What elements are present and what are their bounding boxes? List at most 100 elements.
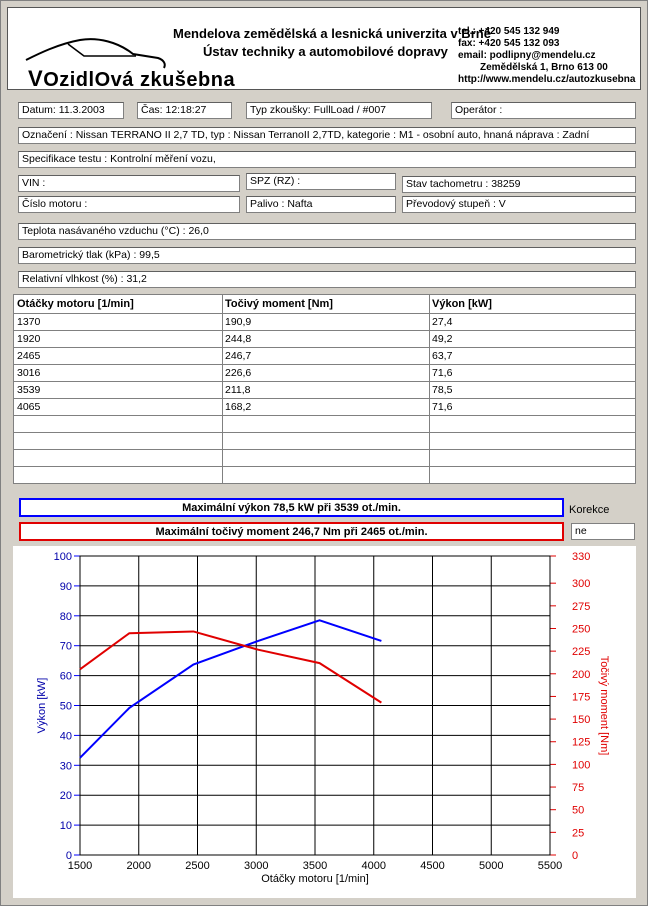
logo-part2: OzidlO xyxy=(43,69,111,91)
x-axis-label: Otáčky motoru [1/min] xyxy=(261,873,369,885)
y-left-tick-label: 60 xyxy=(60,671,72,683)
chart-area: 1500 2000 2500 3000 3500 4000 4500 5000 5500 0 10 2… xyxy=(13,546,636,898)
logo-part3: vá zkušebna xyxy=(110,69,236,91)
table-cell xyxy=(429,467,636,483)
vlhkost-field: Relativní vlhkost (%) : 31,2 xyxy=(18,271,636,288)
table-cell xyxy=(14,467,222,483)
table-row xyxy=(14,450,636,467)
table-cell xyxy=(222,450,429,466)
table-cell xyxy=(14,416,222,432)
table-cell: 4065 xyxy=(17,401,41,413)
table-cell: 3539 xyxy=(17,384,41,396)
column-divider xyxy=(429,295,430,484)
y-left-tick-label: 40 xyxy=(60,730,72,742)
report-header: VOzidlOvá zkušebna Mendelova zemědělská … xyxy=(7,7,641,92)
power-torque-chart: 1500 2000 2500 3000 3500 4000 4500 5000 55000102… xyxy=(36,551,610,885)
y-right-tick-label: 330 xyxy=(572,551,590,563)
y-right-tick-label: 250 xyxy=(572,623,590,635)
table-cell xyxy=(14,433,222,449)
contact-address: Zemědělská 1, Brno 613 00 xyxy=(480,62,608,73)
y-right-tick-label: 225 xyxy=(572,646,590,658)
table-cell xyxy=(14,450,222,466)
tlak-field: Barometrický tlak (kPa) : 99,5 xyxy=(18,247,636,264)
table-cell: 1920 xyxy=(17,333,41,345)
y-left-axis-label: Výkon [kW] xyxy=(36,678,48,734)
y-right-tick-label: 25 xyxy=(572,827,584,839)
y-right-tick-label: 175 xyxy=(572,691,590,703)
x-tick-label: 4500 xyxy=(420,860,444,872)
torque-series-line xyxy=(79,630,382,704)
cas-field: Čas: 12:18:27 xyxy=(137,102,232,119)
datum-field: Datum: 11.3.2003 xyxy=(18,102,124,119)
y-right-tick-label: 125 xyxy=(572,737,590,749)
y-left-tick-label: 90 xyxy=(60,581,72,593)
table-cell xyxy=(222,433,429,449)
logo-part1: V xyxy=(28,66,44,91)
col-header-power: Výkon [kW] xyxy=(429,295,636,314)
table-cell: 71,6 xyxy=(432,401,453,413)
table-cell: 71,6 xyxy=(432,367,453,379)
table-cell xyxy=(222,467,429,483)
y-right-tick-label: 150 xyxy=(572,714,590,726)
y-left-tick-label: 30 xyxy=(60,760,72,772)
logo-text: VOzidlOvá zkušebna xyxy=(28,66,235,92)
oznaceni-field: Označení : Nissan TERRANO II 2,7 TD, typ… xyxy=(18,127,636,144)
contact-email: email: podlipny@mendelu.cz xyxy=(458,50,596,61)
x-tick-label: 3000 xyxy=(244,860,268,872)
y-left-tick-label: 0 xyxy=(66,850,72,862)
table-cell: 168,2 xyxy=(225,401,252,413)
tachometr-field: Stav tachometru : 38259 xyxy=(402,176,636,193)
y-right-tick-label: 300 xyxy=(572,578,590,590)
contact-web: http://www.mendelu.cz/autozkusebna xyxy=(458,74,636,85)
institute-name: Ústav techniky a automobilové dopravy xyxy=(203,44,448,59)
y-right-tick-label: 200 xyxy=(572,669,590,681)
table-cell: 78,5 xyxy=(432,384,453,396)
table-row xyxy=(14,433,636,450)
column-divider xyxy=(222,295,223,484)
x-tick-label: 2500 xyxy=(185,860,209,872)
max-power-box: Maximální výkon 78,5 kW při 3539 ot./min… xyxy=(19,498,564,517)
y-right-tick-label: 75 xyxy=(572,782,584,794)
y-left-tick-label: 70 xyxy=(60,641,72,653)
korekce-label: Korekce xyxy=(569,504,610,516)
contact-block: tel.: +420 545 132 949 fax: +420 545 132… xyxy=(458,26,635,86)
x-tick-label: 5000 xyxy=(479,860,503,872)
col-header-torque: Točivý moment [Nm] xyxy=(222,295,429,314)
teplota-field: Teplota nasávaného vzduchu (°C) : 26,0 xyxy=(18,223,636,240)
y-right-axis-label: Točivý moment [Nm] xyxy=(598,656,610,756)
y-left-tick-label: 50 xyxy=(60,701,72,713)
table-row: 3539 211,8 78,5 xyxy=(14,382,636,399)
y-left-tick-label: 80 xyxy=(60,611,72,623)
table-cell: 49,2 xyxy=(432,333,453,345)
table-cell: 27,4 xyxy=(432,316,453,328)
table-row: 2465 246,7 63,7 xyxy=(14,348,636,365)
prevodovy-stupen-field: Převodový stupeň : V xyxy=(402,196,636,213)
table-cell: 244,8 xyxy=(225,333,252,345)
table-cell: 226,6 xyxy=(225,367,252,379)
x-tick-label: 4000 xyxy=(362,860,386,872)
y-right-tick-label: 50 xyxy=(572,805,584,817)
y-left-tick-label: 10 xyxy=(60,820,72,832)
typ-zkousky-field: Typ zkoušky: FullLoad / #007 xyxy=(246,102,432,119)
y-left-tick-label: 20 xyxy=(60,790,72,802)
table-row: 1920 244,8 49,2 xyxy=(14,331,636,348)
contact-tel: tel.: +420 545 132 949 xyxy=(458,26,560,37)
y-right-tick-label: 100 xyxy=(572,759,590,771)
table-cell: 211,8 xyxy=(225,384,251,396)
contact-fax: fax: +420 545 132 093 xyxy=(458,38,560,49)
table-cell xyxy=(429,450,636,466)
table-row xyxy=(14,416,636,433)
table-cell xyxy=(429,416,636,432)
y-right-tick-label: 275 xyxy=(572,601,590,613)
max-torque-box: Maximální točivý moment 246,7 Nm při 246… xyxy=(19,522,564,541)
operator-field: Operátor : xyxy=(451,102,636,119)
table-row: 1370 190,9 27,4 xyxy=(14,314,636,331)
power-series-line xyxy=(79,619,382,759)
table-cell: 2465 xyxy=(17,350,41,362)
table-cell: 190,9 xyxy=(225,316,252,328)
report-window: VOzidlOvá zkušebna Mendelova zemědělská … xyxy=(0,0,648,906)
spz-field: SPZ (RZ) : xyxy=(246,173,396,190)
y-left-tick-label: 100 xyxy=(54,551,72,563)
table-row xyxy=(14,467,636,484)
table-cell xyxy=(429,433,636,449)
